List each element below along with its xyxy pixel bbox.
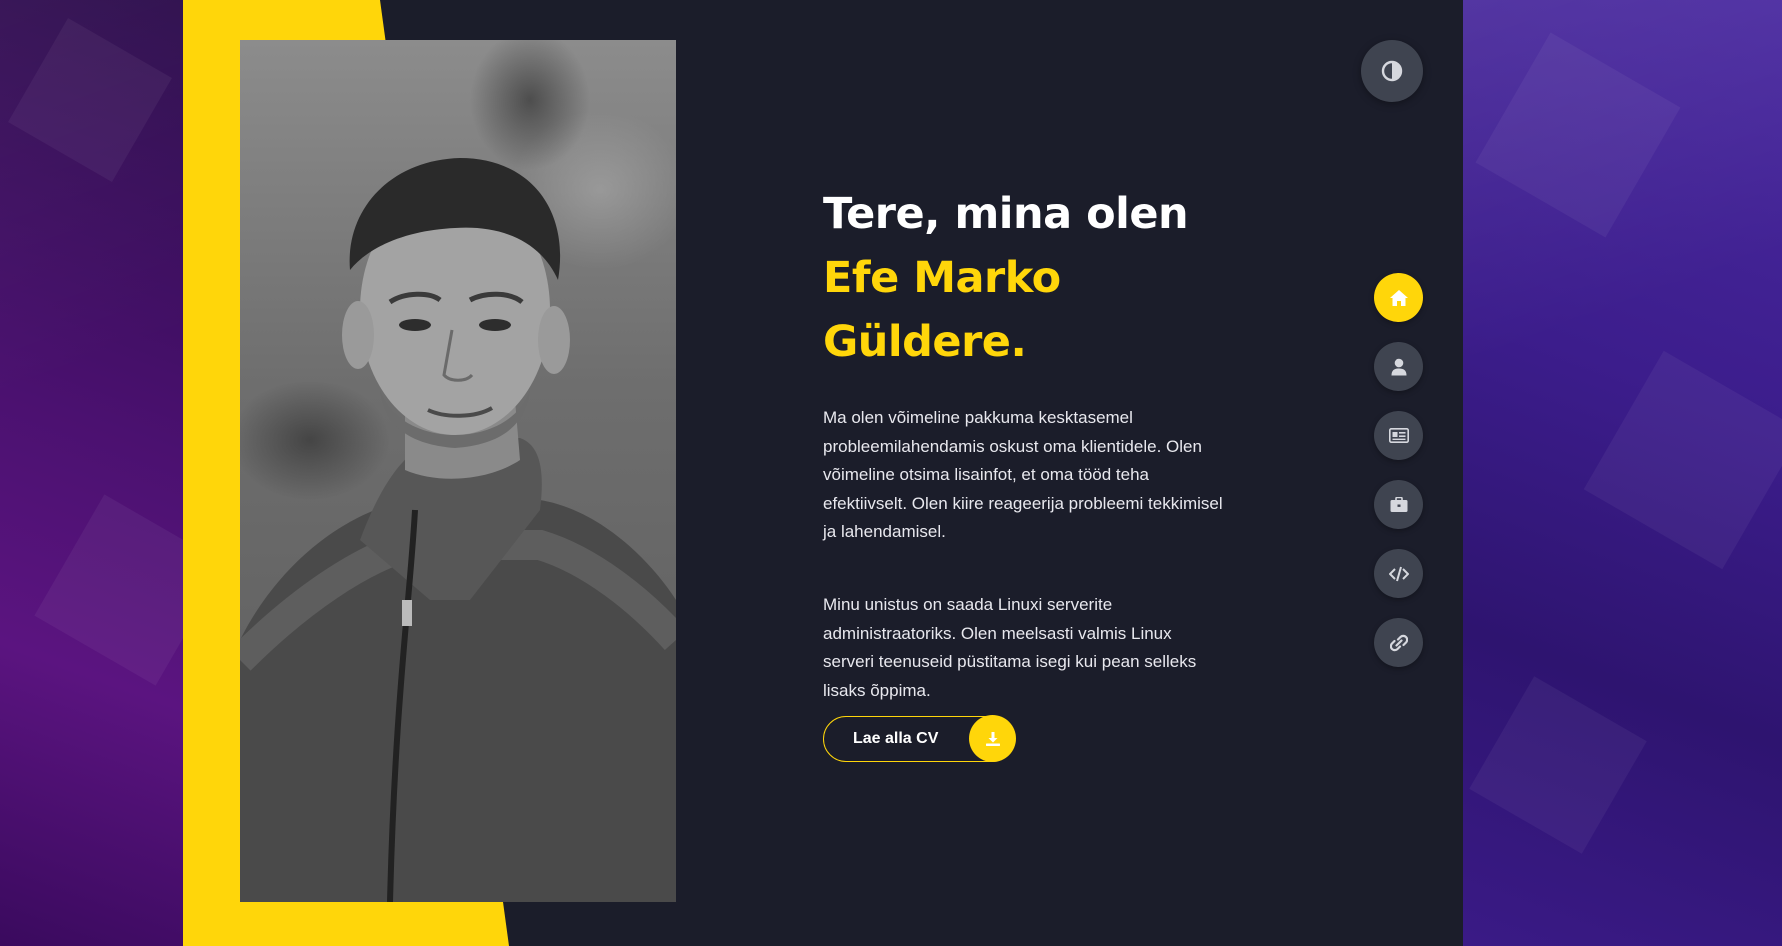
nav-portfolio-button[interactable] [1374, 480, 1423, 529]
download-icon [969, 715, 1016, 762]
hero-content: Tere, mina olen Efe Marko Güldere. Ma ol… [823, 182, 1223, 705]
link-icon [1389, 634, 1408, 651]
main-card: Tere, mina olen Efe Marko Güldere. Ma ol… [183, 0, 1463, 946]
nav-resume-button[interactable] [1374, 411, 1423, 460]
hero-name-last: Güldere. [823, 317, 1027, 367]
contrast-icon [1381, 60, 1403, 82]
profile-photo [240, 40, 676, 902]
side-navigation [1374, 273, 1423, 687]
intro-paragraph: Ma olen võimeline pakkuma kesktasemel pr… [823, 408, 1223, 542]
download-cv-label: Lae alla CV [853, 730, 939, 747]
hero-title: Tere, mina olen Efe Marko Güldere. [823, 182, 1223, 374]
nav-home-button[interactable] [1374, 273, 1423, 322]
nav-links-button[interactable] [1374, 618, 1423, 667]
user-icon [1391, 358, 1406, 375]
nav-about-button[interactable] [1374, 342, 1423, 391]
background-left [0, 0, 226, 946]
hero-name-first: Efe Marko [823, 253, 1061, 303]
nav-skills-button[interactable] [1374, 549, 1423, 598]
briefcase-icon [1390, 496, 1407, 512]
download-cv-button[interactable]: Lae alla CV [823, 715, 1016, 762]
theme-toggle-button[interactable] [1361, 40, 1423, 102]
id-card-icon [1388, 428, 1409, 443]
dream-paragraph: Minu unistus on saada Linuxi serverite a… [823, 594, 1197, 700]
background-right [1463, 0, 1782, 946]
code-icon [1388, 566, 1409, 581]
portrait-illustration [240, 158, 676, 902]
hero-greeting: Tere, mina olen [823, 189, 1189, 239]
home-icon [1389, 289, 1408, 306]
